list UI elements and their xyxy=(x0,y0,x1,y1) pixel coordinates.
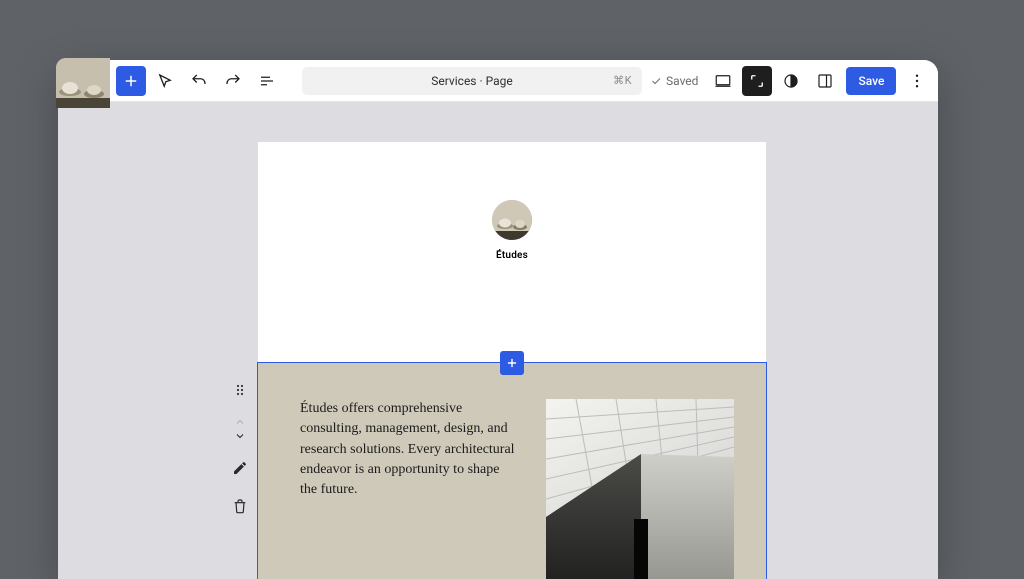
view-desktop-button[interactable] xyxy=(708,66,738,96)
undo-button[interactable] xyxy=(184,66,214,96)
select-tool-button[interactable] xyxy=(150,66,180,96)
add-block-inline-button[interactable] xyxy=(500,351,524,375)
image-block[interactable] xyxy=(546,399,734,579)
edit-button[interactable] xyxy=(227,455,253,481)
redo-button[interactable] xyxy=(218,66,248,96)
save-status-text: Saved xyxy=(666,74,698,88)
save-button[interactable]: Save xyxy=(846,67,896,95)
site-header[interactable]: Études xyxy=(258,142,766,261)
save-status: Saved xyxy=(650,74,698,88)
site-title[interactable]: Études xyxy=(496,250,528,261)
command-shortcut: ⌘K xyxy=(613,74,632,87)
editor-canvas[interactable]: Études Études offers comprehensive consu… xyxy=(58,102,938,579)
options-button[interactable] xyxy=(902,66,932,96)
site-logo[interactable] xyxy=(492,200,532,240)
move-up-button xyxy=(227,415,253,429)
block-toolbar xyxy=(227,377,253,519)
top-toolbar: Services · Page ⌘K Saved Save xyxy=(58,60,938,102)
document-title: Services · Page xyxy=(431,74,512,88)
move-down-button[interactable] xyxy=(227,429,253,443)
delete-button[interactable] xyxy=(227,493,253,519)
columns-block[interactable]: Études offers comprehensive consulting, … xyxy=(258,363,766,579)
add-block-button[interactable] xyxy=(116,66,146,96)
zoom-out-button[interactable] xyxy=(742,66,772,96)
paragraph-block[interactable]: Études offers comprehensive consulting, … xyxy=(300,399,518,579)
site-thumbnail[interactable] xyxy=(56,58,110,108)
styles-button[interactable] xyxy=(776,66,806,96)
document-overview-button[interactable] xyxy=(252,66,282,96)
settings-button[interactable] xyxy=(810,66,840,96)
group-block[interactable]: Études offers comprehensive consulting, … xyxy=(257,362,767,579)
editor-window: Services · Page ⌘K Saved Save xyxy=(58,60,938,579)
drag-handle[interactable] xyxy=(227,377,253,403)
document-title-bar[interactable]: Services · Page ⌘K xyxy=(302,67,642,95)
